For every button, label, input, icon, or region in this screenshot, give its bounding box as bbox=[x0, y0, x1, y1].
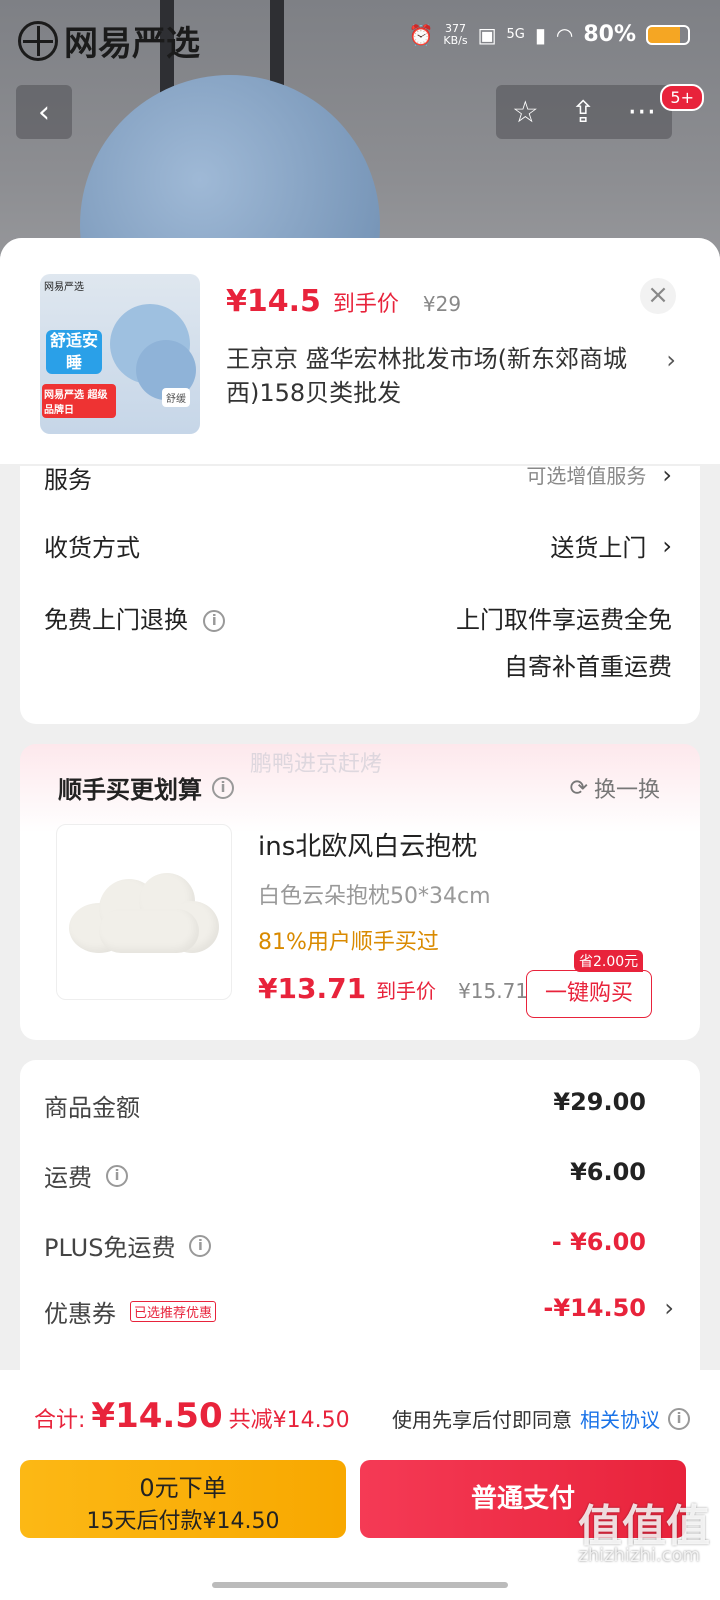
info-icon[interactable]: i bbox=[668, 1407, 690, 1430]
info-icon[interactable]: i bbox=[203, 610, 226, 632]
recommend-card: 鹏鸭进京赶烤 顺手买更划算 i ⟳ 换一换 ins北欧风白云抱枕 白色云朵抱枕50*… bbox=[20, 744, 700, 1040]
site-watermark-url: zhizhizhi.com bbox=[578, 1545, 700, 1566]
top-right-actions: ☆ ⇪ ··· bbox=[496, 85, 672, 139]
refresh-icon: ⟳ bbox=[569, 775, 588, 801]
product-thumbnail[interactable]: 网易严选 舒适安睡 网易严选 超级品牌日 舒缓 bbox=[40, 274, 200, 434]
brand-icon bbox=[18, 20, 58, 61]
info-icon[interactable]: i bbox=[189, 1234, 212, 1257]
recommend-price-label: 到手价 bbox=[376, 979, 437, 1003]
signal-icon: ▮ bbox=[534, 22, 546, 47]
recommend-spec: 白色云朵抱枕50*34cm bbox=[258, 884, 491, 909]
agreement-link[interactable]: 相关协议 bbox=[580, 1404, 660, 1433]
save-tag: 省2.00元 bbox=[574, 950, 644, 972]
chevron-right-icon: › bbox=[662, 531, 672, 560]
thumb-label: 舒缓 bbox=[162, 388, 190, 407]
chevron-right-icon: › bbox=[662, 460, 672, 489]
recommend-image[interactable] bbox=[56, 824, 232, 1000]
summary-value: -¥14.50 bbox=[543, 1294, 646, 1322]
summary-label: PLUS免运费 bbox=[44, 1234, 176, 1262]
signal-label: 5G bbox=[506, 27, 525, 42]
recommend-original-price: ¥15.71 bbox=[458, 979, 529, 1003]
summary-label: 优惠券 bbox=[44, 1300, 116, 1328]
pay-later-button[interactable]: 0元下单 15天后付款¥14.50 bbox=[20, 1460, 346, 1538]
home-indicator[interactable] bbox=[212, 1582, 508, 1588]
nfc-icon: ▣ bbox=[477, 22, 497, 47]
coupon-tag: 已选推荐优惠 bbox=[130, 1301, 217, 1322]
product-header: 网易严选 舒适安睡 网易严选 超级品牌日 舒缓 ¥14.5 到手价 ¥29 × … bbox=[0, 238, 720, 464]
thumb-tag: 舒适安睡 bbox=[46, 330, 102, 374]
status-bar: 网易严选 ⏰ 377 KB/s ▣ 5G ▮ ◠ 80% bbox=[0, 0, 720, 78]
recommend-final-price: ¥13.71 bbox=[258, 972, 367, 1005]
more-icon[interactable]: ··· bbox=[628, 95, 657, 130]
net-speed: 377 KB/s bbox=[443, 21, 468, 47]
chevron-right-icon[interactable]: › bbox=[664, 1294, 674, 1322]
info-icon[interactable]: i bbox=[212, 776, 234, 799]
summary-value: ¥29.00 bbox=[553, 1088, 646, 1116]
message-badge: 5+ bbox=[660, 84, 704, 111]
delivery-address[interactable]: 王京京 盛华宏林批发市场(新东郊商城西)158贝类批发 bbox=[226, 342, 646, 410]
summary-label: 运费 bbox=[44, 1164, 92, 1192]
return-value-1: 上门取件享运费全免 bbox=[456, 606, 672, 634]
back-button[interactable]: ‹ bbox=[16, 85, 72, 139]
one-click-buy-button[interactable]: 一键购买 bbox=[526, 970, 652, 1018]
recommend-title-text: 顺手买更划算 bbox=[58, 776, 202, 804]
total-label: 合计: bbox=[34, 1408, 86, 1433]
chevron-right-icon[interactable]: › bbox=[666, 346, 676, 374]
cloud-pillow-image bbox=[69, 873, 219, 953]
summary-value: - ¥6.00 bbox=[551, 1228, 646, 1256]
final-price: ¥14.5 bbox=[226, 284, 321, 319]
info-icon[interactable]: i bbox=[106, 1164, 128, 1187]
delivery-value: 送货上门 bbox=[550, 534, 647, 562]
overlay-watermark: 鹏鸭进京赶烤 bbox=[250, 752, 383, 777]
thumb-promo: 网易严选 超级品牌日 bbox=[42, 384, 116, 418]
original-price: ¥29 bbox=[422, 292, 462, 316]
service-value: 可选增值服务 bbox=[526, 464, 647, 488]
return-label-wrap: 免费上门退换 i bbox=[44, 600, 226, 635]
swap-button[interactable]: ⟳ 换一换 bbox=[570, 772, 660, 804]
agreement-text: 使用先享后付即同意 bbox=[392, 1408, 572, 1432]
total-price: 合计: ¥14.50 共减¥14.50 bbox=[34, 1396, 350, 1436]
cloud-part bbox=[99, 909, 199, 953]
swap-label: 换一换 bbox=[593, 778, 660, 803]
pay-later-sub: 15天后付款¥14.50 bbox=[86, 1509, 280, 1534]
thumb-brand: 网易严选 bbox=[44, 282, 84, 293]
recommend-name[interactable]: ins北欧风白云抱枕 bbox=[258, 826, 477, 863]
battery-percent: 80% bbox=[583, 22, 636, 47]
delivery-label: 收货方式 bbox=[44, 534, 140, 562]
options-card: 服务 可选增值服务 › 收货方式 送货上门 › 免费上门退换 i 上门取件享运费全免… bbox=[20, 461, 700, 724]
system-icons: ⏰ 377 KB/s ▣ 5G ▮ ◠ 80% bbox=[408, 22, 690, 47]
final-price-label: 到手价 bbox=[332, 292, 399, 317]
brand-name: 网易严选 bbox=[64, 24, 200, 64]
recommend-bought: 81%用户顺手买过 bbox=[258, 930, 439, 955]
share-icon[interactable]: ⇪ bbox=[571, 95, 596, 130]
battery-icon bbox=[646, 24, 690, 45]
summary-label: 商品金额 bbox=[44, 1094, 140, 1122]
star-icon[interactable]: ☆ bbox=[512, 95, 539, 130]
price-summary-card: 商品金额 ¥29.00 运费 i ¥6.00 PLUS免运费 i - ¥6.00 优… bbox=[20, 1060, 700, 1400]
agreement: 使用先享后付即同意 相关协议 i bbox=[392, 1404, 690, 1433]
recommend-title: 顺手买更划算 i bbox=[58, 770, 234, 805]
alarm-icon: ⏰ bbox=[408, 22, 434, 47]
return-label: 免费上门退换 bbox=[44, 606, 188, 634]
service-label: 服务 bbox=[44, 466, 92, 494]
recommend-price: ¥13.71 到手价 ¥15.71 bbox=[258, 972, 528, 1005]
brand-logo: 网易严选 bbox=[18, 16, 200, 65]
product-price: ¥14.5 到手价 ¥29 bbox=[226, 284, 461, 319]
close-icon[interactable]: × bbox=[640, 278, 676, 314]
total-reduced: 共减¥14.50 bbox=[228, 1408, 350, 1433]
summary-value: ¥6.00 bbox=[570, 1158, 646, 1186]
pay-later-label: 0元下单 bbox=[139, 1474, 227, 1502]
wifi-icon: ◠ bbox=[555, 22, 574, 47]
return-value-2: 自寄补首重运费 bbox=[504, 653, 672, 681]
total-value: ¥14.50 bbox=[91, 1396, 223, 1436]
